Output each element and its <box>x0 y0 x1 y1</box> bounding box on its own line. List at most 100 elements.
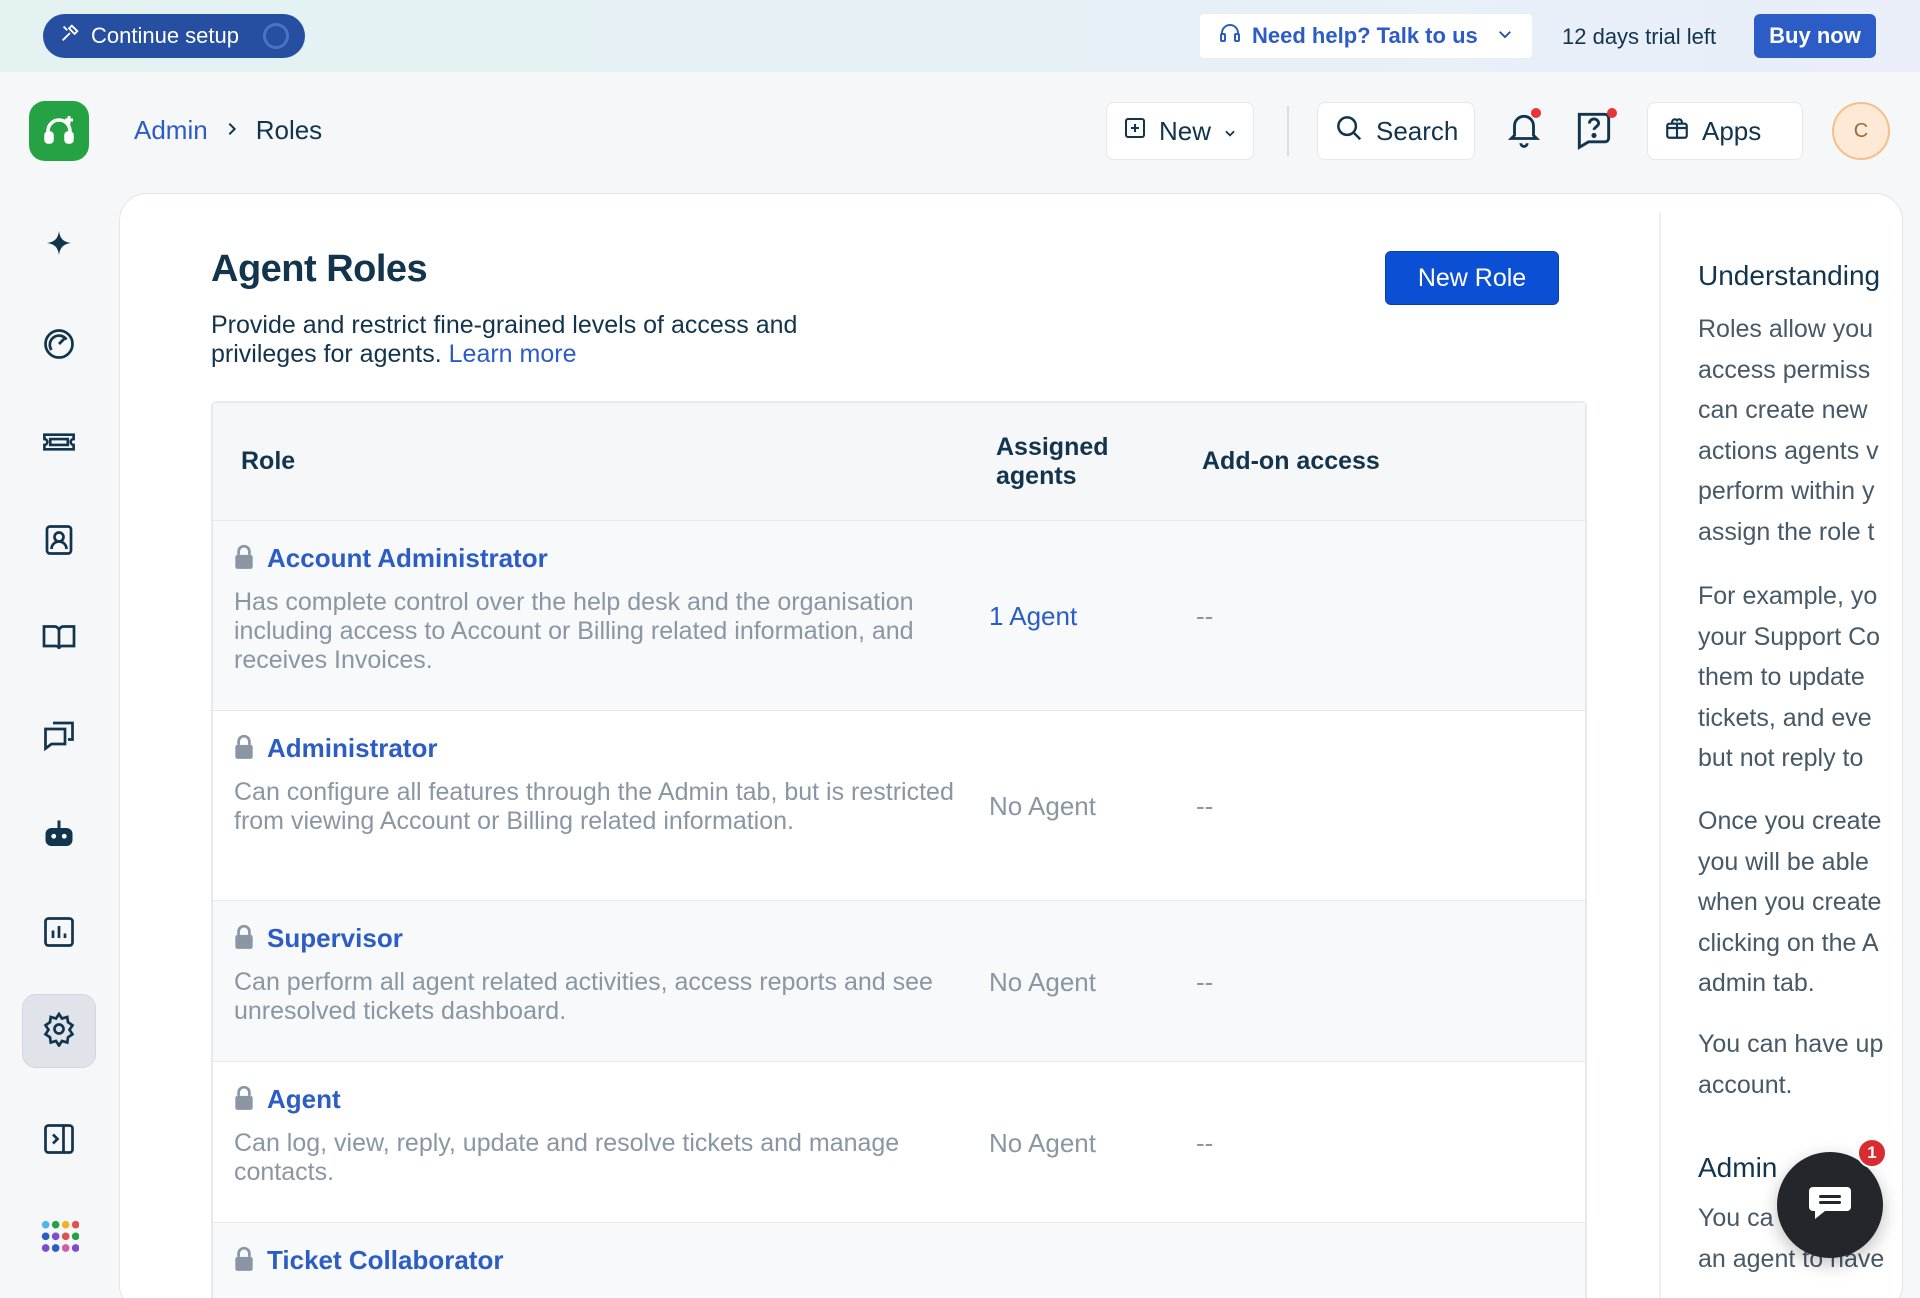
knowledge-base-icon <box>40 619 78 660</box>
chevron-right-icon <box>224 118 240 144</box>
help-line: admin tab. <box>1698 969 1815 997</box>
help-line: you will be able <box>1698 847 1869 876</box>
help-line: Roles allow you <box>1698 315 1874 343</box>
table-row: Supervisor Can perform all agent related… <box>213 901 1585 1062</box>
sidebar-item-analytics[interactable] <box>22 897 96 971</box>
buy-now-button[interactable]: Buy now <box>1754 14 1876 58</box>
assigned-agents-column-header: Assigned agents <box>996 433 1109 491</box>
app-switcher-button[interactable] <box>22 1203 96 1277</box>
new-label: New <box>1159 115 1212 146</box>
chat-bubble-icon <box>1807 1183 1853 1228</box>
need-help-label: Need help? Talk to us <box>1252 23 1478 48</box>
chevron-down-icon <box>1496 25 1514 48</box>
notification-dot <box>1531 108 1541 118</box>
assigned-agents-value: No Agent <box>989 1128 1096 1158</box>
help-line: assign the role t <box>1698 517 1875 546</box>
role-name-link[interactable]: Ticket Collaborator <box>267 1245 503 1276</box>
help-line: tickets, and eve <box>1698 703 1872 732</box>
assigned-agents-link[interactable]: 1 Agent <box>989 601 1077 632</box>
search-button[interactable]: Search <box>1317 102 1475 160</box>
help-button[interactable] <box>1569 106 1619 156</box>
sidebar-item-admin[interactable] <box>22 994 96 1068</box>
trial-days-text: 12 days trial left <box>1562 24 1717 49</box>
apps-button[interactable]: Apps <box>1647 102 1803 160</box>
sidebar-item-freddy-ai[interactable] <box>22 211 96 285</box>
sidebar-item-tickets[interactable] <box>22 407 96 481</box>
lock-icon <box>233 544 255 575</box>
analytics-icon <box>41 914 77 955</box>
breadcrumb: Admin Roles <box>134 115 322 146</box>
addon-access-column-header: Add-on access <box>1202 447 1380 475</box>
search-icon <box>1334 113 1364 150</box>
table-row: Agent Can log, view, reply, update and r… <box>213 1062 1585 1223</box>
ticket-icon <box>40 424 78 465</box>
role-description: Can perform all agent related activities… <box>234 968 933 1025</box>
role-description: Can log, view, reply, update and resolve… <box>234 1129 900 1186</box>
breadcrumb-admin-link[interactable]: Admin <box>134 115 208 146</box>
conversations-icon <box>40 717 78 758</box>
role-name-link[interactable]: Agent <box>267 1084 341 1115</box>
help-line: your Support Co <box>1698 622 1881 651</box>
sidebar-item-knowledge-base[interactable] <box>22 602 96 676</box>
lock-icon <box>233 1085 255 1116</box>
apps-gift-icon <box>1664 115 1690 148</box>
role-name-link[interactable]: Account Administrator <box>267 543 548 574</box>
app-logo[interactable] <box>29 101 89 161</box>
table-row: Account Administrator Has complete contr… <box>213 521 1585 711</box>
addon-access-value: -- <box>1196 967 1214 997</box>
notifications-button[interactable] <box>1499 106 1549 156</box>
page-title: Agent Roles <box>211 248 428 290</box>
help-line: when you create <box>1698 888 1882 916</box>
sparkle-icon <box>41 228 77 269</box>
role-name-link[interactable]: Administrator <box>267 733 437 764</box>
help-paragraph-4: You can have up account. <box>1698 1024 1884 1105</box>
need-help-button[interactable]: Need help? Talk to us <box>1200 14 1532 58</box>
expand-sidebar-icon <box>41 1121 77 1162</box>
bot-icon <box>40 816 78 857</box>
roles-table: Role Assigned agents Add-on access Accou… <box>211 401 1587 1298</box>
table-header: Role Assigned agents Add-on access <box>213 403 1585 521</box>
assigned-header-line1: Assigned <box>996 433 1109 461</box>
table-row: Administrator Can configure all features… <box>213 711 1585 901</box>
apps-label: Apps <box>1702 115 1762 146</box>
search-label: Search <box>1376 115 1459 146</box>
role-description: Can configure all features through the A… <box>234 778 954 835</box>
table-row: Ticket Collaborator <box>213 1223 1585 1298</box>
continue-setup-button[interactable]: Continue setup <box>43 14 305 58</box>
sidebar-expand-button[interactable] <box>22 1104 96 1178</box>
sidebar-item-bots[interactable] <box>22 799 96 873</box>
help-line: actions agents v <box>1698 436 1879 465</box>
help-line: perform within y <box>1698 477 1875 505</box>
sidebar-item-contacts[interactable] <box>22 505 96 579</box>
role-name-link[interactable]: Supervisor <box>267 923 403 954</box>
assigned-agents-value: No Agent <box>989 791 1096 821</box>
lock-icon <box>233 1246 255 1277</box>
breadcrumb-current: Roles <box>255 115 323 145</box>
addon-access-value: -- <box>1196 601 1214 631</box>
role-description: Has complete control over the help desk … <box>234 588 914 674</box>
lock-icon <box>233 734 255 765</box>
help-line: For example, yo <box>1698 582 1878 610</box>
help-heading: Understanding <box>1698 260 1881 291</box>
learn-more-link[interactable]: Learn more <box>449 340 577 368</box>
tools-icon <box>59 22 81 50</box>
help-line: access permiss <box>1698 355 1871 384</box>
progress-ring-icon <box>263 23 289 49</box>
help-heading-2: Admin <box>1698 1152 1778 1183</box>
help-line: clicking on the A <box>1698 928 1879 957</box>
new-button[interactable]: New <box>1106 102 1254 160</box>
avatar[interactable]: C <box>1832 102 1890 160</box>
help-panel: Understanding Roles allow you access per… <box>1698 194 1884 1298</box>
lock-icon <box>233 924 255 955</box>
role-column-header: Role <box>241 447 296 475</box>
page-description: Provide and restrict fine-grained levels… <box>211 311 891 369</box>
help-line: account. <box>1698 1070 1793 1099</box>
admin-gear-icon <box>41 1011 77 1052</box>
contacts-icon <box>41 522 77 563</box>
new-role-button[interactable]: New Role <box>1385 251 1559 305</box>
chat-widget-button[interactable] <box>1777 1152 1883 1258</box>
sidebar-item-conversations[interactable] <box>22 700 96 774</box>
sidebar-item-dashboard[interactable] <box>22 309 96 383</box>
chat-unread-badge: 1 <box>1857 1138 1887 1168</box>
help-line: You can have up <box>1698 1030 1884 1058</box>
